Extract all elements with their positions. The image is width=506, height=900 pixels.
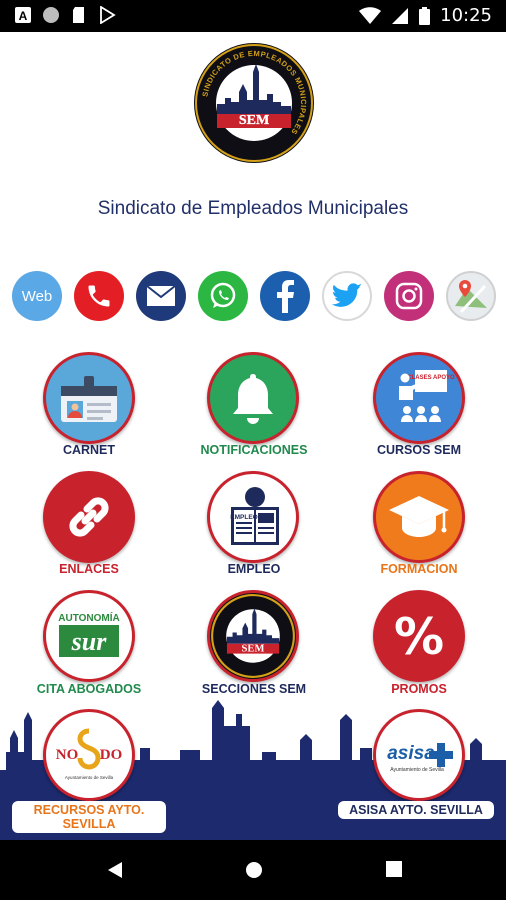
link-icon bbox=[69, 497, 109, 537]
svg-text:DO: DO bbox=[100, 747, 123, 763]
autonomia-sur-logo: AUTONOMÍA sur bbox=[58, 611, 120, 657]
tile-label-cursos-sem: CURSOS SEM bbox=[376, 443, 462, 457]
whatsapp-button[interactable] bbox=[198, 271, 248, 321]
recents-icon[interactable] bbox=[385, 860, 403, 878]
twitter-icon bbox=[332, 283, 362, 307]
recursos-label-line2: SEVILLA bbox=[62, 817, 116, 831]
status-bar: A 10:25 bbox=[0, 0, 506, 32]
enlaces-button[interactable] bbox=[43, 471, 135, 563]
cell-signal-icon bbox=[392, 7, 409, 24]
svg-text:CLASES APOYO: CLASES APOYO bbox=[407, 375, 455, 381]
email-icon bbox=[146, 285, 176, 306]
bell-icon bbox=[233, 374, 273, 424]
tile-label-enlaces: ENLACES bbox=[59, 562, 119, 576]
email-button[interactable] bbox=[136, 271, 186, 321]
facebook-icon bbox=[277, 280, 294, 313]
secciones-sem-button[interactable]: SEM bbox=[207, 590, 299, 682]
recursos-ayto-sevilla-button[interactable]: NO DO Ayuntamiento de Sevilla bbox=[43, 709, 135, 801]
home-icon[interactable] bbox=[244, 860, 264, 880]
circle-icon bbox=[43, 7, 59, 23]
page-title: Sindicato de Empleados Municipales bbox=[97, 198, 409, 219]
navigation-bar bbox=[0, 840, 506, 900]
recursos-label-line1: RECURSOS AYTO. bbox=[33, 803, 145, 817]
maps-button[interactable] bbox=[446, 271, 496, 321]
tile-label-empleo: EMPLEO bbox=[227, 562, 281, 576]
back-icon[interactable] bbox=[106, 860, 124, 880]
svg-text:asisa: asisa bbox=[387, 743, 435, 764]
phone-button[interactable] bbox=[74, 271, 124, 321]
notificaciones-button[interactable] bbox=[207, 352, 299, 444]
svg-text:EMPLEO: EMPLEO bbox=[230, 514, 257, 521]
instagram-button[interactable] bbox=[384, 271, 434, 321]
svg-text:AUTONOMÍA: AUTONOMÍA bbox=[58, 611, 119, 624]
facebook-button[interactable] bbox=[260, 271, 310, 321]
whatsapp-icon bbox=[210, 282, 236, 308]
a-square-icon: A bbox=[15, 7, 31, 23]
clock: 10:25 bbox=[440, 5, 492, 26]
battery-icon bbox=[419, 6, 431, 25]
wifi-icon bbox=[359, 6, 382, 24]
tile-label-secciones-sem: SECCIONES SEM bbox=[201, 682, 307, 696]
svg-text:Ayuntamiento de Sevilla: Ayuntamiento de Sevilla bbox=[65, 775, 114, 780]
classroom-icon: CLASES APOYO bbox=[399, 370, 455, 422]
sem-logo-small: SEM bbox=[211, 594, 295, 678]
tile-label-carnet: CARNET bbox=[62, 443, 116, 457]
carnet-button[interactable] bbox=[43, 352, 135, 444]
promos-button[interactable]: % bbox=[373, 590, 465, 682]
nodo-logo: NO DO Ayuntamiento de Sevilla bbox=[56, 728, 123, 780]
svg-text:%: % bbox=[394, 608, 444, 666]
svg-text:NO: NO bbox=[56, 747, 79, 763]
web-button[interactable]: Web bbox=[12, 271, 62, 321]
phone-icon bbox=[88, 285, 110, 307]
recursos-label-box: RECURSOS AYTO. SEVILLA bbox=[12, 801, 166, 833]
logo-sem-text: SEM bbox=[239, 113, 269, 128]
tile-label-promos: PROMOS bbox=[391, 682, 447, 696]
instagram-icon bbox=[395, 282, 423, 310]
asisa-logo: asisa Ayuntamiento de Sevilla bbox=[387, 743, 453, 773]
graduation-cap-icon bbox=[389, 496, 449, 537]
cita-abogados-button[interactable]: AUTONOMÍA sur bbox=[43, 590, 135, 682]
sem-logo: SEM SINDICATO DE EMPLEADOS MUNICIPALES bbox=[194, 43, 314, 163]
percent-tag-icon: % bbox=[394, 608, 444, 666]
newspaper-reader-icon: EMPLEO bbox=[230, 487, 279, 545]
tile-label-formacion: FORMACION bbox=[380, 562, 458, 576]
play-store-icon bbox=[100, 6, 116, 24]
asisa-label: ASISA AYTO. SEVILLA bbox=[338, 801, 494, 819]
svg-text:SEM: SEM bbox=[242, 644, 265, 655]
formacion-button[interactable] bbox=[373, 471, 465, 563]
asisa-ayto-sevilla-button[interactable]: asisa Ayuntamiento de Sevilla bbox=[373, 709, 465, 801]
tile-label-cita-abogados: CITA ABOGADOS bbox=[36, 682, 142, 696]
web-label: Web bbox=[21, 287, 53, 305]
sd-card-icon bbox=[73, 7, 84, 23]
empleo-button[interactable]: EMPLEO bbox=[207, 471, 299, 563]
twitter-button[interactable] bbox=[322, 271, 372, 321]
id-card-icon bbox=[61, 376, 117, 422]
svg-text:Ayuntamiento de Sevilla: Ayuntamiento de Sevilla bbox=[390, 767, 444, 773]
svg-text:sur: sur bbox=[71, 627, 108, 656]
svg-text:A: A bbox=[19, 9, 28, 23]
cursos-sem-button[interactable]: CLASES APOYO bbox=[373, 352, 465, 444]
map-pin-icon bbox=[455, 280, 487, 314]
tile-label-notificaciones: NOTIFICACIONES bbox=[200, 443, 308, 457]
